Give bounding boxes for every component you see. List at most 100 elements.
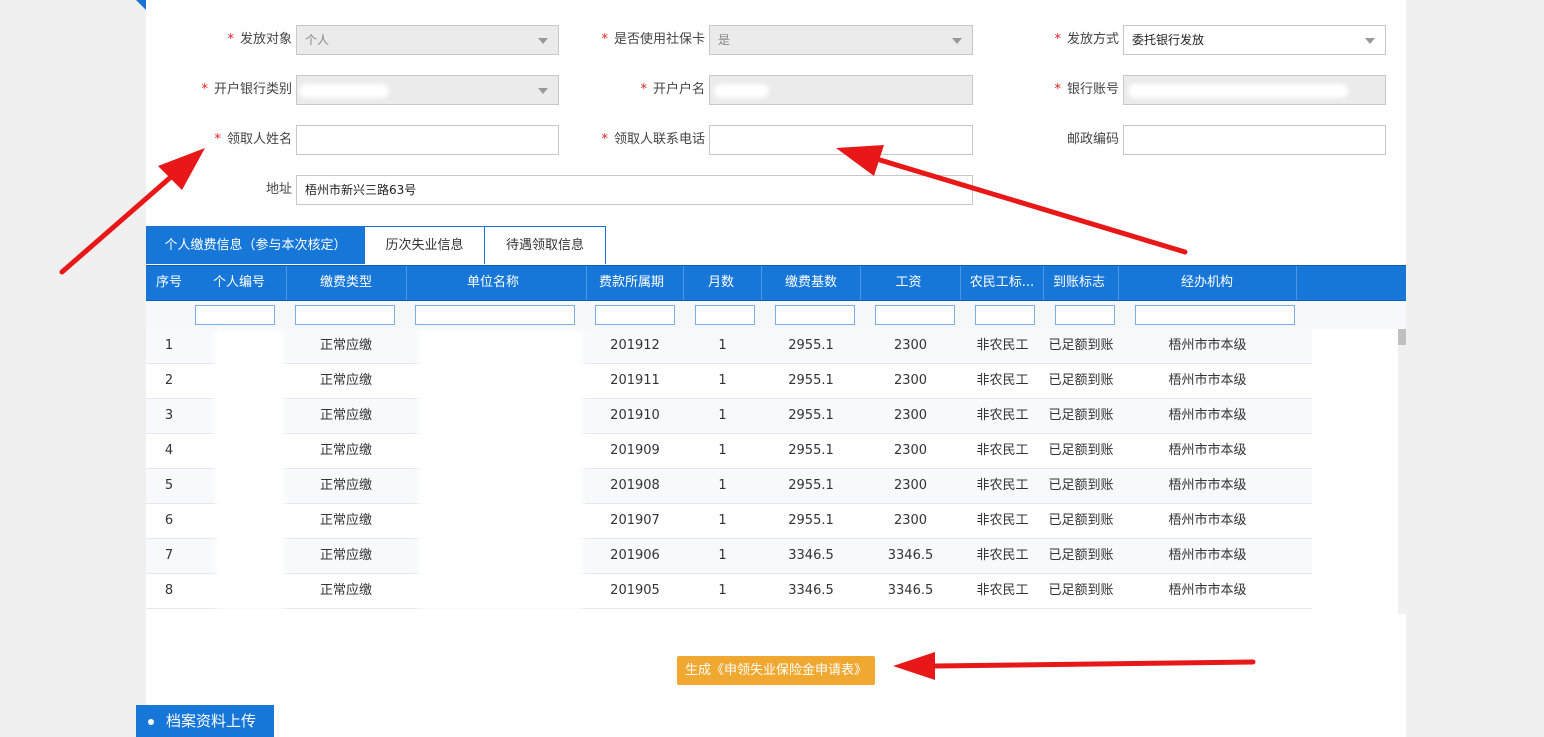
account-name-label: * 开户户名: [640, 82, 705, 97]
filter-input-agency[interactable]: [1135, 305, 1295, 325]
table-cell-status: 已足额到账: [1048, 513, 1114, 528]
table-cell-migrant: 非农民工: [976, 408, 1029, 423]
table-cell-period: 201910: [610, 408, 660, 423]
column-divider[interactable]: [1296, 266, 1297, 300]
table-cell-base: 2955.1: [788, 478, 834, 493]
chevron-down-icon: [952, 38, 962, 44]
chevron-down-icon: [538, 88, 548, 94]
use-social-card-select[interactable]: 是: [709, 25, 973, 55]
filter-input-wage[interactable]: [875, 305, 955, 325]
table-scrollbar[interactable]: [1398, 329, 1406, 614]
tab-unemployment-history[interactable]: 历次失业信息: [364, 226, 485, 264]
filter-input-period[interactable]: [595, 305, 675, 325]
tab-benefit-info[interactable]: 待遇领取信息: [484, 226, 606, 264]
grant-target-label: * 发放对象: [227, 32, 292, 47]
generate-application-form-button[interactable]: 生成《申领失业保险金申请表》: [677, 656, 875, 685]
archive-upload-section[interactable]: 档案资料上传: [136, 705, 274, 737]
column-header[interactable]: 个人编号: [192, 266, 286, 300]
filter-input-unit[interactable]: [415, 305, 575, 325]
address-input[interactable]: 梧州市新兴三路63号: [296, 175, 973, 205]
table-cell-status: 已足额到账: [1048, 373, 1114, 388]
table-row[interactable]: 5 正常应缴 201908 1 2955.1 2300 非农民工 已足额到账 梧州市市本级: [146, 469, 1312, 504]
tab-payment-info[interactable]: 个人缴费信息（参与本次核定）: [146, 226, 365, 264]
bank-account-label: * 银行账号: [1054, 82, 1119, 97]
filter-row: [146, 301, 1406, 329]
account-name-field[interactable]: [709, 75, 973, 105]
table-cell-months: 1: [718, 443, 727, 458]
filter-input-type[interactable]: [295, 305, 395, 325]
table-row[interactable]: 8 正常应缴 201905 1 3346.5 3346.5 非农民工 已足额到账 梧州市市本级: [146, 574, 1312, 609]
filter-input-months[interactable]: [695, 305, 755, 325]
table-cell-months: 1: [718, 548, 727, 563]
table-cell-base: 3346.5: [788, 583, 834, 598]
table-cell-period: 201908: [610, 478, 660, 493]
scrollbar-thumb[interactable]: [1398, 329, 1406, 345]
grant-target-select[interactable]: 个人: [296, 25, 559, 55]
column-divider[interactable]: [960, 266, 961, 300]
table-cell-migrant: 非农民工: [976, 478, 1029, 493]
column-header[interactable]: 序号: [146, 266, 192, 300]
table-row[interactable]: 2 正常应缴 201911 1 2955.1 2300 非农民工 已足额到账 梧州市市本级: [146, 364, 1312, 399]
table-cell-no: 2: [164, 373, 174, 388]
table-row[interactable]: 71正常应缴20190613346.53346.5非农民工已足额到账梧州市市本级: [146, 539, 1312, 574]
table-cell-agency: 梧州市市本级: [1168, 373, 1247, 388]
table-cell-months: 1: [718, 408, 727, 423]
chevron-down-icon: [538, 38, 548, 44]
table-cell-type: 正常应缴: [319, 443, 372, 458]
corner-marker: [136, 0, 146, 10]
table-cell-type: 正常应缴: [319, 408, 372, 423]
bank-type-label: * 开户银行类别: [201, 82, 292, 97]
table-body: 110正常应缴20191212955.12300非农民工已足额到账梧州市市本级2…: [146, 329, 1312, 609]
table-cell-type: 正常应缴: [319, 338, 372, 353]
table-cell-wage: 3346.5: [887, 583, 934, 598]
table-cell-months: 1: [718, 583, 727, 598]
column-header[interactable]: 到账标志: [1044, 266, 1114, 300]
table-cell-migrant: 非农民工: [976, 583, 1029, 598]
bank-account-field[interactable]: [1123, 75, 1386, 105]
table-cell-agency: 梧州市市本级: [1168, 513, 1247, 528]
table-cell-agency: 梧州市市本级: [1168, 408, 1247, 423]
table-cell-base: 2955.1: [788, 338, 834, 353]
table-cell-months: 1: [718, 478, 727, 493]
column-header[interactable]: 缴费类型: [287, 266, 405, 300]
table-row[interactable]: 610正常应缴20190712955.12300非农民工已足额到账梧州市市本级: [146, 504, 1312, 539]
grant-method-select[interactable]: 委托银行发放: [1123, 25, 1386, 55]
table-cell-no: 4: [164, 443, 174, 458]
recipient-name-label: * 领取人姓名: [214, 132, 292, 147]
column-header[interactable]: 单位名称: [407, 266, 579, 300]
column-header[interactable]: 农民工标...: [962, 266, 1042, 300]
column-header[interactable]: 工资: [861, 266, 956, 300]
filter-input-status[interactable]: [1055, 305, 1115, 325]
table-cell-status: 已足额到账: [1048, 478, 1114, 493]
table-cell-status: 已足额到账: [1048, 548, 1114, 563]
use-social-card-label: * 是否使用社保卡: [601, 32, 705, 47]
filter-input-migrant[interactable]: [975, 305, 1035, 325]
postal-code-label: 邮政编码: [1066, 132, 1119, 147]
bank-type-select[interactable]: [296, 75, 559, 105]
table-row[interactable]: 4 正常应缴 201909 1 2955.1 2300 非农民工 已足额到账 梧州市市本级: [146, 434, 1312, 469]
table-cell-type: 正常应缴: [319, 548, 372, 563]
table-cell-period: 201911: [610, 373, 660, 388]
column-header[interactable]: 缴费基数: [762, 266, 860, 300]
column-header[interactable]: 经办机构: [1119, 266, 1295, 300]
table-row[interactable]: 110正常应缴20191212955.12300非农民工已足额到账梧州市市本级: [146, 329, 1312, 364]
table-cell-no: 6: [164, 513, 174, 528]
recipient-name-input[interactable]: [296, 125, 559, 155]
postal-code-input[interactable]: [1123, 125, 1386, 155]
table-cell-wage: 2300: [893, 513, 928, 528]
table-cell-migrant: 非农民工: [976, 373, 1029, 388]
table-cell-no: 7: [164, 548, 174, 563]
column-header[interactable]: 费款所属期: [587, 266, 676, 300]
table-cell-base: 2955.1: [788, 443, 834, 458]
column-header[interactable]: 月数: [684, 266, 758, 300]
recipient-phone-label: * 领取人联系电话: [601, 132, 705, 147]
filter-input-id[interactable]: [195, 305, 275, 325]
table-row[interactable]: 310正常应缴20191012955.12300非农民工已足额到账梧州市市本级: [146, 399, 1312, 434]
table-cell-agency: 梧州市市本级: [1168, 548, 1247, 563]
filter-input-base[interactable]: [775, 305, 855, 325]
address-label: 地址: [265, 182, 292, 197]
recipient-phone-input[interactable]: [709, 125, 973, 155]
table-cell-no: 1: [164, 338, 174, 353]
table-cell-wage: 2300: [893, 408, 928, 423]
table-cell-migrant: 非农民工: [976, 548, 1029, 563]
